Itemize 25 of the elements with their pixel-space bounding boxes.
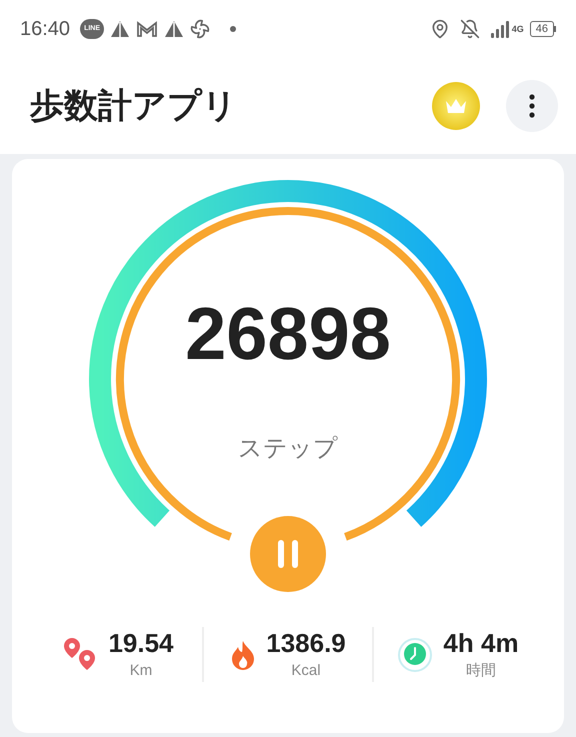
- app-title: 歩数計アプリ: [30, 86, 238, 126]
- flame-icon: [230, 640, 256, 670]
- triangle-icon: [110, 20, 130, 38]
- bell-off-icon: [460, 19, 480, 39]
- stat-value: 4h 4m: [443, 627, 519, 660]
- pause-icon: [277, 540, 299, 568]
- mail-icon: [136, 20, 158, 38]
- signal-icon: [490, 20, 510, 38]
- triangle-icon: [164, 20, 184, 38]
- crown-icon: [444, 97, 468, 115]
- step-unit: ステップ: [237, 434, 339, 464]
- more-icon: [529, 94, 535, 118]
- stat-unit: Kcal: [291, 660, 321, 680]
- stat-value: 19.54: [108, 627, 174, 660]
- crown-button[interactable]: [432, 82, 480, 130]
- location-icon: [430, 19, 450, 39]
- stat-unit: 時間: [466, 660, 496, 680]
- stat-unit: Km: [130, 660, 152, 680]
- stat-value: 1386.9: [266, 627, 346, 660]
- clock-icon: [397, 636, 434, 672]
- step-count: 26898: [184, 297, 392, 371]
- network-type: 4G: [512, 24, 524, 34]
- status-time: 16:40: [20, 17, 70, 42]
- fan-icon: [190, 19, 210, 39]
- battery-icon: 46: [530, 21, 554, 37]
